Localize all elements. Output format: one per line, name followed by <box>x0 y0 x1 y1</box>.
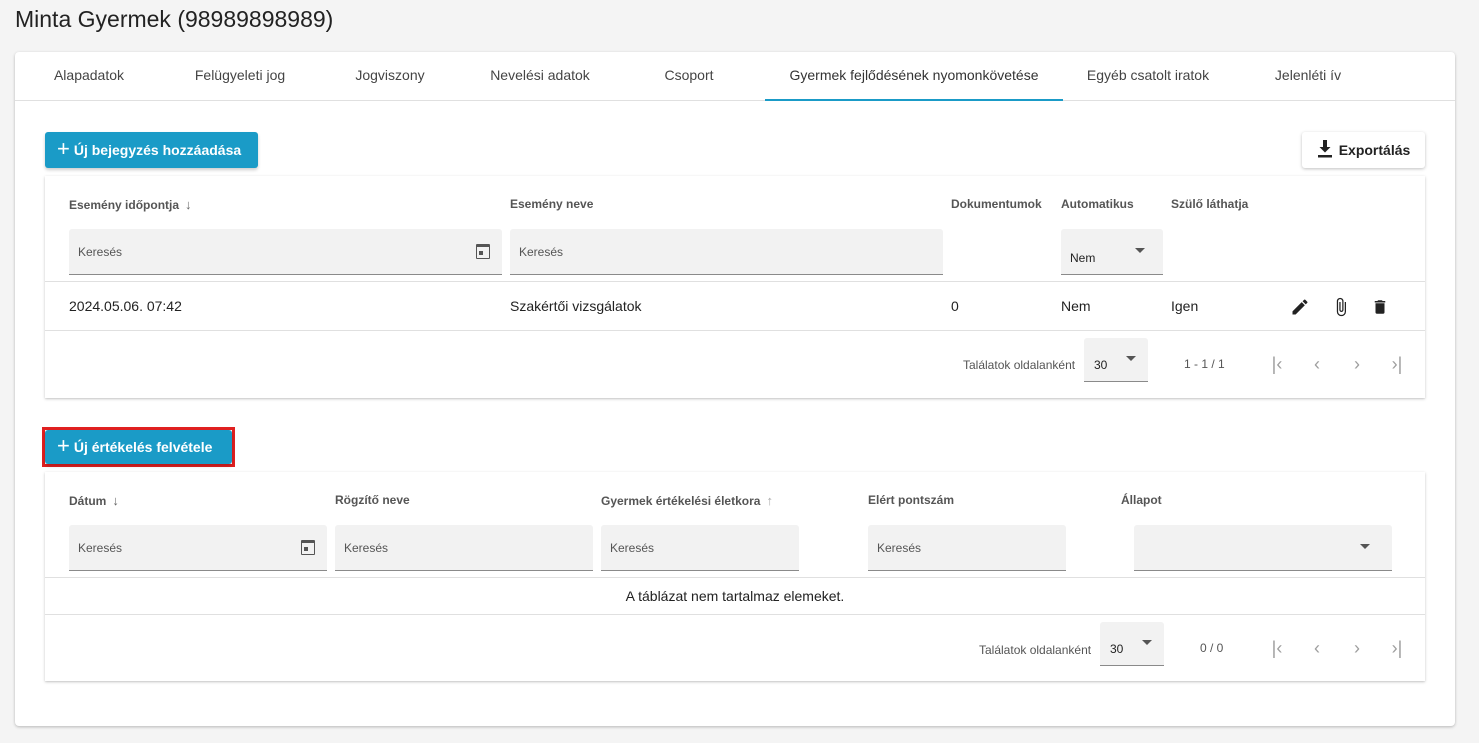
column-header-event-name[interactable]: Esemény neve <box>510 197 593 211</box>
add-entry-button[interactable]: + Új bejegyzés hozzáadása <box>45 132 258 168</box>
chevron-down-icon <box>1126 356 1136 361</box>
calendar-icon[interactable] <box>476 244 490 259</box>
column-header-score[interactable]: Elért pontszám <box>868 493 954 507</box>
tab-nevelesi-adatok[interactable]: Nevelési adatok <box>475 52 605 101</box>
next-page-icon[interactable]: › <box>1346 353 1368 375</box>
add-entry-label: Új bejegyzés hozzáadása <box>73 142 242 158</box>
evaluations-table: Dátum ↓ Rögzítő neve Gyermek értékelési … <box>45 472 1425 681</box>
sort-up-icon: ↑ <box>766 493 773 508</box>
column-header-documents[interactable]: Dokumentumok <box>951 197 1042 211</box>
next-page-icon[interactable]: › <box>1346 637 1368 659</box>
status-filter-select[interactable] <box>1134 525 1392 571</box>
divider <box>45 614 1425 615</box>
tab-egyeb-csatolt-iratok[interactable]: Egyéb csatolt iratok <box>1073 52 1223 101</box>
previous-page-icon[interactable]: ‹ <box>1306 637 1328 659</box>
tab-jelenleti-iv[interactable]: Jelenléti ív <box>1255 52 1361 101</box>
per-page-label: Találatok oldalanként <box>963 358 1076 372</box>
page-range: 0 / 0 <box>1200 641 1224 655</box>
event-date-filter[interactable]: Keresés <box>69 229 502 275</box>
sort-down-icon: ↓ <box>112 493 119 508</box>
plus-icon: + <box>57 136 70 161</box>
empty-message: A táblázat nem tartalmaz elemeket. <box>625 588 845 604</box>
first-page-icon[interactable]: |‹ <box>1266 637 1288 659</box>
column-label: Esemény időpontja <box>69 197 180 212</box>
column-header-date[interactable]: Dátum ↓ <box>69 493 119 508</box>
export-label: Exportálás <box>1338 142 1411 158</box>
score-filter[interactable]: Keresés <box>868 525 1066 571</box>
select-value: 30 <box>1094 358 1108 372</box>
filter-placeholder: Keresés <box>344 541 389 555</box>
calendar-icon[interactable] <box>301 540 315 555</box>
divider <box>45 281 1425 282</box>
divider <box>45 577 1425 578</box>
row-automatic: Nem <box>1061 298 1091 314</box>
last-page-icon[interactable]: ›| <box>1386 637 1408 659</box>
column-header-age[interactable]: Gyermek értékelési életkora ↑ <box>601 493 773 508</box>
row-event-date: 2024.05.06. 07:42 <box>69 298 182 314</box>
add-evaluation-label: Új értékelés felvétele <box>73 439 213 455</box>
row-event-name: Szakértői vizsgálatok <box>510 298 642 314</box>
tab-alapadatok[interactable]: Alapadatok <box>29 52 149 101</box>
chevron-down-icon <box>1142 640 1152 645</box>
divider <box>45 330 1425 331</box>
page-title: Minta Gyermek (98989898989) <box>15 6 334 32</box>
page-range: 1 - 1 / 1 <box>1184 357 1225 371</box>
filter-placeholder: Keresés <box>610 541 655 555</box>
tab-felugyeleti-jog[interactable]: Felügyeleti jog <box>175 52 305 101</box>
pencil-icon[interactable] <box>1289 296 1311 318</box>
column-header-event-date[interactable]: Esemény időpontja ↓ <box>69 197 192 212</box>
export-button[interactable]: Exportálás <box>1302 132 1425 168</box>
column-label: Dátum <box>69 493 107 508</box>
filter-placeholder: Keresés <box>877 541 922 555</box>
column-header-status[interactable]: Állapot <box>1121 493 1162 507</box>
previous-page-icon[interactable]: ‹ <box>1306 353 1328 375</box>
tab-csoport[interactable]: Csoport <box>645 52 733 101</box>
sort-down-icon: ↓ <box>185 197 192 212</box>
select-value: Nem <box>1070 251 1096 265</box>
filter-placeholder: Keresés <box>78 541 123 555</box>
chevron-down-icon <box>1135 248 1145 253</box>
per-page-label: Találatok oldalanként <box>979 643 1092 657</box>
select-value: 30 <box>1110 642 1124 656</box>
column-header-automatic[interactable]: Automatikus <box>1061 197 1134 211</box>
add-evaluation-button[interactable]: + Új értékelés felvétele <box>45 430 232 464</box>
tab-bar: Alapadatok Felügyeleti jog Jogviszony Ne… <box>15 52 1455 101</box>
last-page-icon[interactable]: ›| <box>1386 353 1408 375</box>
chevron-down-icon <box>1360 544 1370 549</box>
automatic-filter-select[interactable]: Nem <box>1061 229 1163 275</box>
row-parent-visible: Igen <box>1171 298 1199 314</box>
date-filter[interactable]: Keresés <box>69 525 327 571</box>
filter-placeholder: Keresés <box>519 245 564 259</box>
age-filter[interactable]: Keresés <box>601 525 799 571</box>
row-documents: 0 <box>951 298 959 314</box>
event-name-filter[interactable]: Keresés <box>510 229 943 275</box>
events-table: Esemény időpontja ↓ Esemény neve Dokumen… <box>45 176 1425 398</box>
column-header-parent-visible[interactable]: Szülő láthatja <box>1171 197 1248 211</box>
tab-gyermek-fejlodes[interactable]: Gyermek fejlődésének nyomonkövetése <box>765 52 1063 101</box>
column-label: Gyermek értékelési életkora <box>601 493 761 508</box>
tab-jogviszony[interactable]: Jogviszony <box>335 52 445 101</box>
column-header-recorder[interactable]: Rögzítő neve <box>335 493 410 507</box>
filter-placeholder: Keresés <box>78 245 123 259</box>
per-page-select[interactable]: 30 <box>1084 338 1148 382</box>
trash-icon[interactable] <box>1369 296 1391 318</box>
per-page-select[interactable]: 30 <box>1100 622 1164 666</box>
recorder-filter[interactable]: Keresés <box>335 525 593 571</box>
download-icon <box>1317 139 1333 161</box>
first-page-icon[interactable]: |‹ <box>1266 353 1288 375</box>
plus-icon: + <box>57 433 70 458</box>
paperclip-icon[interactable] <box>1330 296 1352 318</box>
